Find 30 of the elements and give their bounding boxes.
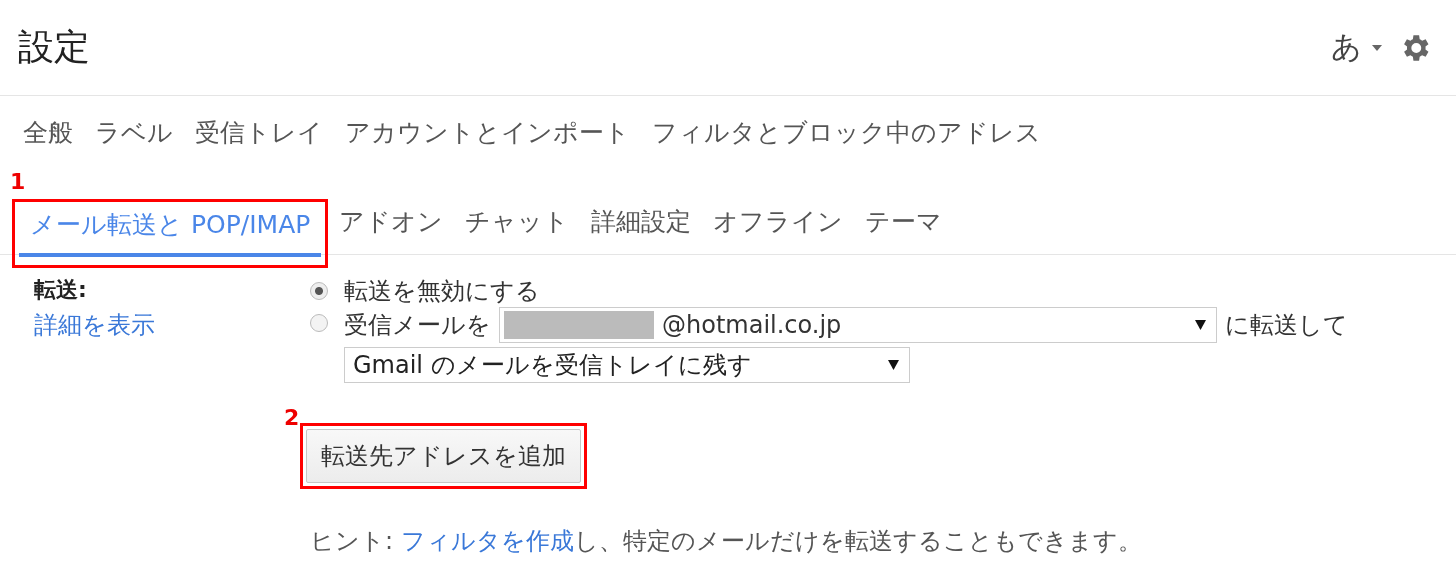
action-dropdown[interactable]: Gmail のメールを受信トレイに残す: [344, 347, 910, 383]
settings-tab[interactable]: 受信トレイ: [184, 109, 334, 165]
section-label: 転送:: [34, 276, 88, 304]
settings-tab[interactable]: 全般: [12, 109, 84, 165]
settings-tab[interactable]: ラベル: [84, 109, 184, 165]
caret-icon[interactable]: [1372, 44, 1382, 51]
input-tool-button[interactable]: あ: [1331, 27, 1362, 68]
settings-tab[interactable]: フィルタとブロック中のアドレス: [641, 109, 1052, 165]
settings-tab[interactable]: アカウントとインポート: [334, 109, 641, 165]
hint-text: ヒント: フィルタを作成 し、特定のメールだけを転送することもできます。: [310, 526, 1143, 557]
radio-button[interactable]: [310, 282, 328, 300]
option-label: に転送して: [1225, 310, 1348, 341]
radio-button[interactable]: [310, 314, 328, 332]
callout-number: 2: [284, 405, 300, 430]
callout-number: 1: [10, 169, 26, 194]
settings-tab[interactable]: オフライン: [702, 199, 855, 254]
dropdown-arrow-icon: [1195, 320, 1206, 330]
add-address-button[interactable]: 転送先アドレスを追加: [306, 429, 581, 483]
page-title: 設定: [18, 25, 90, 69]
create-filter-link[interactable]: フィルタを作成: [400, 527, 574, 555]
settings-tab[interactable]: チャット: [454, 199, 581, 254]
settings-tab[interactable]: テーマ: [854, 199, 954, 254]
option-label: 転送を無効にする: [344, 276, 540, 307]
dropdown-arrow-icon: [888, 360, 899, 370]
settings-tab[interactable]: アドオン: [328, 199, 455, 254]
address-dropdown[interactable]: @hotmail.co.jp: [499, 307, 1217, 343]
settings-tab[interactable]: メール転送と POP/IMAP: [19, 202, 322, 257]
option-label: 受信メールを: [344, 310, 491, 341]
settings-tab[interactable]: 詳細設定: [580, 199, 703, 254]
details-link[interactable]: 詳細を表示: [34, 309, 310, 341]
